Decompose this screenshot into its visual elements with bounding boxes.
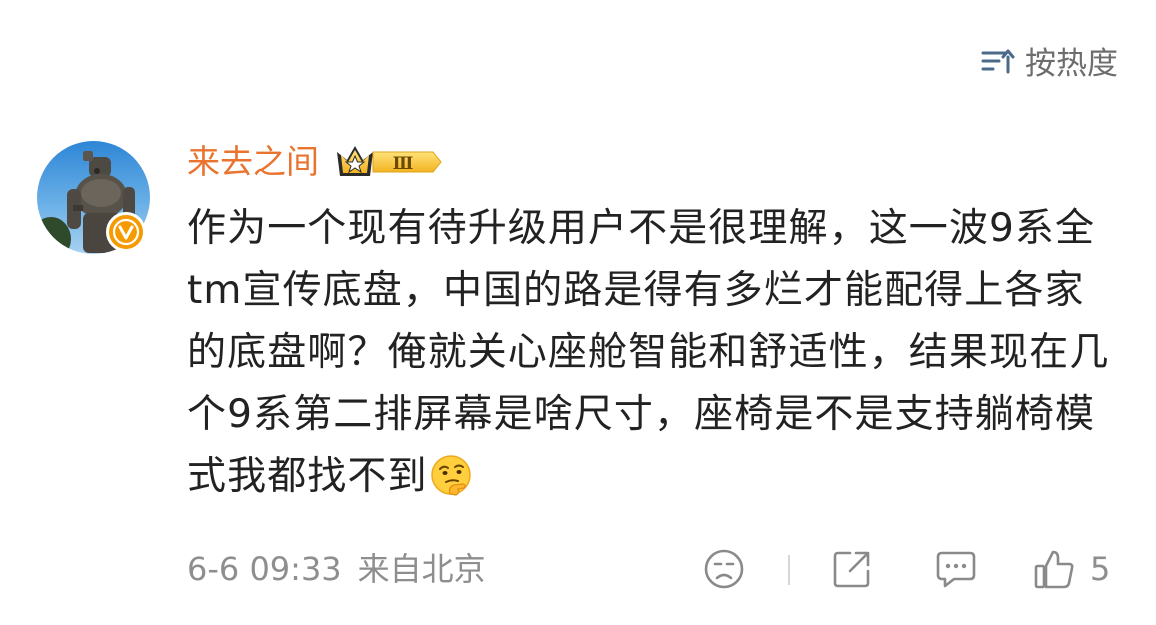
comment-text: 作为一个现有待升级用户不是很理解，这一波9系全tm宣传底盘，中国的路是得有多烂才… [187, 206, 1110, 499]
level-badge: Ⅲ [333, 142, 445, 182]
comment-icon[interactable] [934, 545, 978, 593]
thinking-face-emoji-icon [430, 454, 472, 496]
sort-icon [981, 47, 1015, 75]
level-text: Ⅲ [393, 154, 414, 174]
comment-body: 作为一个现有待升级用户不是很理解，这一波9系全tm宣传底盘，中国的路是得有多烂才… [187, 198, 1122, 508]
comment-header: 来去之间 Ⅲ [187, 140, 445, 184]
timestamp: 6-6 09:33 [187, 550, 342, 588]
comment-meta: 6-6 09:33 来自北京 [187, 547, 486, 591]
location: 来自北京 [357, 550, 486, 588]
action-divider [788, 555, 790, 585]
username[interactable]: 来去之间 [187, 140, 319, 184]
thumbs-up-icon [1032, 547, 1076, 591]
sort-label: 按热度 [1025, 46, 1118, 82]
share-icon[interactable] [830, 545, 874, 593]
comment-actions: 5 [700, 545, 1120, 593]
verified-badge-icon [106, 212, 146, 252]
like-button[interactable]: 5 [1032, 545, 1110, 593]
face-icon[interactable] [702, 545, 746, 593]
like-count: 5 [1090, 550, 1111, 588]
sort-by-popularity-button[interactable]: 按热度 [981, 38, 1118, 83]
